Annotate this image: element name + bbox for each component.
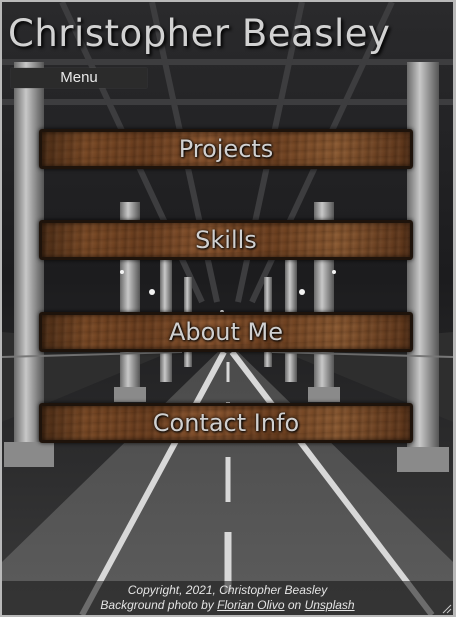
copyright-text: Copyright, 2021, Christopher Beasley [127, 583, 328, 597]
resize-grip-icon[interactable] [440, 602, 452, 614]
unsplash-link[interactable]: Unsplash [305, 598, 355, 612]
photographer-link[interactable]: Florian Olivo [217, 598, 284, 612]
page-title: Christopher Beasley [8, 12, 391, 55]
photo-credit-prefix: Background photo by [100, 598, 214, 612]
background-photo [2, 2, 453, 615]
nav-about-me-button[interactable]: About Me [39, 312, 413, 352]
photo-credit: Background photo by Florian Olivo on Uns… [2, 598, 453, 613]
browser-viewport: Christopher Beasley Menu Projects Skills… [0, 0, 456, 617]
page-footer: Copyright, 2021, Christopher Beasley Bac… [2, 581, 453, 615]
photo-credit-on: on [287, 598, 302, 612]
nav-skills-button[interactable]: Skills [39, 220, 413, 260]
nav-projects-button[interactable]: Projects [39, 129, 413, 169]
menu-toggle-button[interactable]: Menu [11, 68, 147, 88]
nav-contact-info-button[interactable]: Contact Info [39, 403, 413, 443]
